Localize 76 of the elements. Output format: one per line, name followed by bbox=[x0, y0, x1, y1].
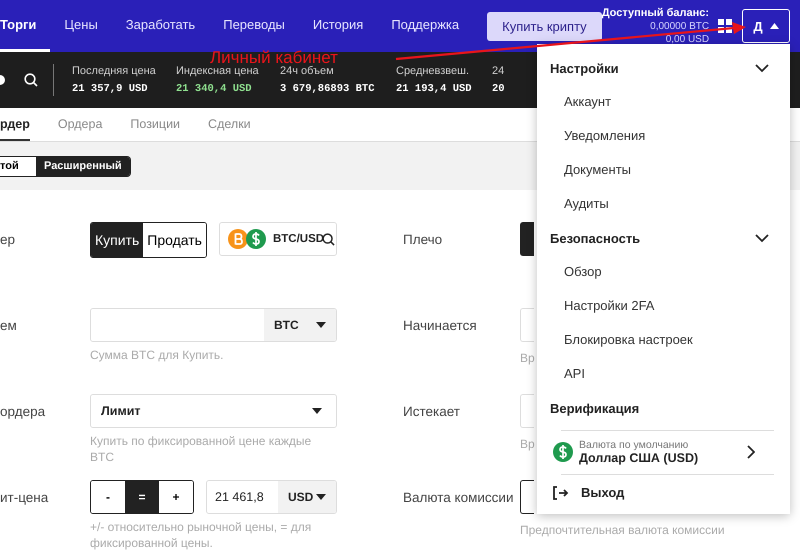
account-button[interactable]: Д bbox=[742, 9, 790, 43]
search-icon[interactable] bbox=[24, 73, 38, 87]
dollar-icon bbox=[246, 229, 266, 249]
menu-item[interactable]: Аудиты bbox=[550, 192, 777, 216]
field-hint: Предпочтительная валюта комиссии bbox=[520, 522, 725, 538]
field-hint: Сумма BTC для Купить. bbox=[90, 347, 224, 363]
field-label: ер bbox=[0, 230, 16, 249]
ticker-label: 24 bbox=[492, 65, 505, 77]
field-label: Плечо bbox=[403, 230, 444, 248]
caret-icon bbox=[770, 23, 779, 29]
pair-label: BTC/USD bbox=[272, 233, 324, 245]
tab[interactable]: Сделки bbox=[208, 108, 251, 141]
currency-label: Валюта по умолчанию bbox=[579, 439, 690, 451]
menu-item[interactable]: Обзор bbox=[550, 260, 777, 284]
caret-icon bbox=[316, 494, 326, 500]
field-label: Начинается bbox=[403, 316, 478, 334]
logout-icon bbox=[553, 486, 569, 500]
price-field[interactable]: 21 461,8 USD bbox=[206, 480, 337, 514]
nav-link[interactable]: Цены bbox=[50, 0, 112, 52]
field-hint: Купить по фиксированной цене каждые BTC bbox=[90, 433, 312, 465]
dollar-icon bbox=[553, 442, 573, 462]
field-edge[interactable] bbox=[520, 480, 534, 514]
menu-section-header[interactable]: Настройки bbox=[550, 56, 777, 80]
menu-section-header[interactable]: Верификация bbox=[550, 396, 777, 420]
side-option[interactable]: Купить bbox=[91, 223, 144, 257]
menu-item[interactable]: Аккаунт bbox=[550, 90, 777, 114]
nav-link[interactable]: Заработать bbox=[112, 0, 210, 52]
amount-field[interactable]: BTC bbox=[90, 308, 337, 342]
chevron-icon bbox=[755, 64, 769, 72]
ticker-value: 21 357,9 USD bbox=[72, 83, 149, 95]
search-icon[interactable] bbox=[322, 232, 336, 246]
status-icon bbox=[0, 75, 5, 85]
grid-icon[interactable] bbox=[718, 19, 732, 33]
field-label: Валюта комиссии bbox=[403, 488, 514, 506]
mode-toggle-option[interactable]: Расширенный bbox=[36, 156, 130, 176]
field-label: Истекает bbox=[403, 402, 461, 420]
ticker-value: 21 193,4 USD bbox=[396, 83, 473, 95]
field-edge[interactable] bbox=[520, 222, 534, 256]
balance-value: 0,00 USD bbox=[666, 32, 710, 46]
menu-item[interactable]: API bbox=[550, 362, 777, 386]
field-hint: Вр bbox=[520, 350, 535, 366]
price-mode-button[interactable]: = bbox=[125, 481, 159, 513]
ticker-label: Средневзвеш. bbox=[396, 65, 470, 77]
field-label: ем bbox=[0, 316, 18, 334]
field-hint: Вр bbox=[520, 436, 535, 452]
chevron-icon bbox=[755, 234, 769, 242]
unit-dropdown[interactable]: USD bbox=[278, 481, 336, 513]
caret-icon bbox=[316, 322, 326, 328]
balance-value: 0,00000 BTC bbox=[650, 20, 710, 32]
ticker-label: 24ч объем bbox=[280, 65, 335, 77]
ticker-label: Индексная цена bbox=[176, 65, 260, 77]
ticker-label: Последняя цена bbox=[72, 65, 157, 77]
menu-item[interactable]: Документы bbox=[550, 158, 777, 182]
field-hint: +/- относительно рыночной цены, = для фиксированной цены. bbox=[90, 519, 312, 551]
buy-crypto-button[interactable]: Купить крипту bbox=[487, 12, 602, 40]
tab[interactable]: Позиции bbox=[130, 108, 180, 141]
order-type-dropdown[interactable]: Лимит bbox=[90, 394, 337, 428]
field-label: ит-цена bbox=[0, 488, 50, 507]
balance-label: Доступный баланс: bbox=[602, 6, 710, 20]
ticker-value: 21 340,4 USD bbox=[176, 83, 253, 95]
currency-selector[interactable]: Валюта по умолчанию Доллар США (USD) bbox=[550, 431, 777, 474]
menu-item[interactable]: Настройки 2FA bbox=[550, 294, 777, 318]
caret-icon bbox=[312, 408, 322, 414]
tab[interactable]: Ордера bbox=[58, 108, 102, 141]
logout-menu-item[interactable]: Выход bbox=[550, 475, 777, 510]
chevron-icon bbox=[747, 445, 755, 459]
unit-dropdown[interactable]: BTC bbox=[264, 309, 336, 341]
nav-link[interactable]: Поддержка bbox=[377, 0, 474, 52]
menu-section-header[interactable]: Безопасность bbox=[550, 226, 777, 250]
menu-item[interactable]: Уведомления bbox=[550, 124, 777, 148]
menu-item[interactable]: Блокировка настроек bbox=[550, 328, 777, 352]
ticker-value: 20 bbox=[492, 83, 505, 95]
ticker-value: 3 679,86893 BTC bbox=[280, 83, 376, 95]
currency-value: Доллар США (USD) bbox=[579, 451, 700, 465]
pair-selector[interactable]: BTC/USD bbox=[218, 222, 337, 256]
field-label: ордера bbox=[0, 402, 46, 421]
